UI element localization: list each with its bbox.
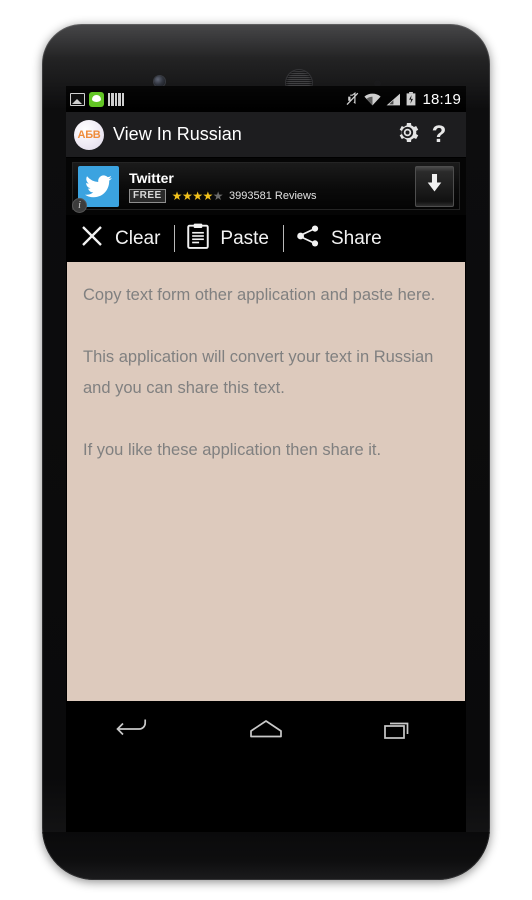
clear-button[interactable]: Clear <box>66 215 174 262</box>
app-title: View In Russian <box>113 124 242 144</box>
share-button[interactable]: Share <box>284 215 392 262</box>
settings-button[interactable] <box>390 118 424 152</box>
paste-button[interactable]: Paste <box>175 215 283 262</box>
back-arrow-icon <box>115 716 150 747</box>
barcode-icon <box>108 92 124 106</box>
question-mark-icon: ? <box>431 120 447 148</box>
help-button[interactable]: ? <box>424 118 454 152</box>
star-filled-3: ★ <box>192 188 203 203</box>
status-bar-clock: 18:19 <box>422 90 461 108</box>
home-button[interactable] <box>228 709 304 753</box>
twitter-bird-glyph <box>85 174 112 198</box>
download-arrow-icon <box>425 173 444 199</box>
star-empty-5: ★ <box>212 188 224 203</box>
share-icon <box>296 225 320 252</box>
clear-label: Clear <box>115 227 161 249</box>
ad-banner-content[interactable]: i Twitter FREE ★ ★ ★ ★ ★ 3993581 Reviews <box>72 162 460 213</box>
star-filled-4: ★ <box>202 188 213 203</box>
clipboard-icon <box>187 223 210 254</box>
signal-strength-icon <box>386 93 401 106</box>
placeholder-paragraph-3: If you like these application then share… <box>83 441 382 459</box>
ad-info-icon[interactable]: i <box>72 197 87 213</box>
wifi-icon <box>364 93 382 106</box>
phone-bottom-chin <box>42 832 490 880</box>
ad-banner[interactable]: i Twitter FREE ★ ★ ★ ★ ★ 3993581 Reviews <box>66 158 466 215</box>
app-logo-label: АБВ <box>77 128 101 141</box>
home-icon <box>249 717 283 746</box>
status-bar-right-icons: 18:19 <box>346 91 461 108</box>
app-bar: АБВ View In Russian ? <box>66 112 466 158</box>
phone-frame: 18:19 АБВ View In Russian ? i Twitter FR… <box>42 24 490 880</box>
ad-price-badge: FREE <box>129 188 166 203</box>
phone-screen: 18:19 АБВ View In Russian ? i Twitter FR… <box>66 86 466 846</box>
star-filled-1: ★ <box>171 188 183 203</box>
action-toolbar: Clear Paste Share <box>66 215 466 262</box>
placeholder-paragraph-2: This application will convert your text … <box>83 348 434 397</box>
gallery-icon <box>70 92 85 106</box>
ad-reviews-count: 3993581 Reviews <box>229 189 317 202</box>
navigation-bar <box>66 701 466 761</box>
mute-icon <box>346 92 359 106</box>
app-logo-icon: АБВ <box>74 119 104 150</box>
recent-apps-button[interactable] <box>361 709 437 753</box>
close-x-icon <box>80 224 104 253</box>
paragraph-gap-1 <box>83 311 449 342</box>
gear-icon <box>395 120 420 150</box>
paragraph-gap-2 <box>83 404 449 435</box>
text-input-area[interactable]: Copy text form other application and pas… <box>67 262 465 701</box>
paste-label: Paste <box>220 227 269 249</box>
status-bar-left-icons <box>70 91 124 107</box>
placeholder-paragraph-1: Copy text form other application and pas… <box>83 286 436 304</box>
back-button[interactable] <box>95 709 171 753</box>
ad-rating-stars: ★ ★ ★ ★ ★ <box>171 188 224 203</box>
share-label: Share <box>331 227 382 249</box>
star-filled-2: ★ <box>181 188 193 203</box>
ad-text-block: Twitter FREE ★ ★ ★ ★ ★ 3993581 Reviews <box>129 170 409 203</box>
battery-charging-icon <box>406 92 416 106</box>
ad-app-title: Twitter <box>129 169 174 186</box>
recent-apps-icon <box>384 717 414 746</box>
ad-download-button[interactable] <box>415 165 454 207</box>
line-chat-icon <box>89 91 104 107</box>
status-bar: 18:19 <box>66 86 466 112</box>
twitter-bird-icon: i <box>72 165 119 213</box>
ad-meta-row: FREE ★ ★ ★ ★ ★ 3993581 Reviews <box>129 188 409 203</box>
